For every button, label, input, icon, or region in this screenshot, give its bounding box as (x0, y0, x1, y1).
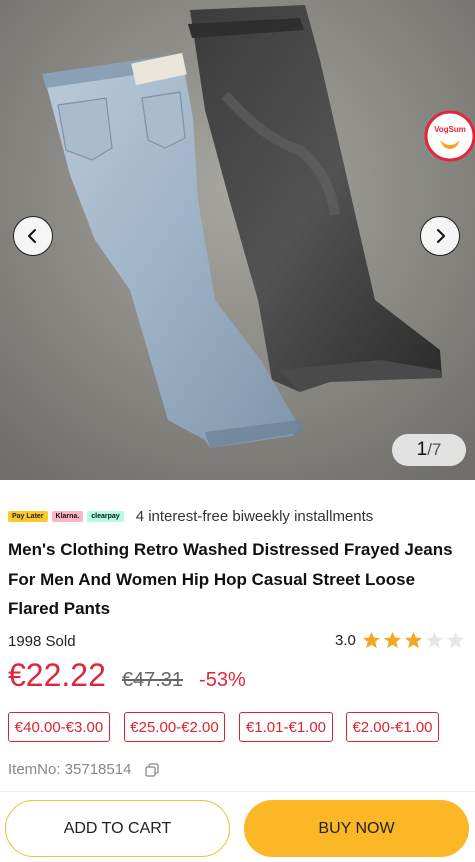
copy-icon[interactable] (145, 762, 160, 777)
item-number-text: ItemNo: 35718514 (8, 761, 132, 778)
star-icon (383, 631, 401, 649)
svg-text:VogSum: VogSum (434, 125, 466, 134)
buy-now-button[interactable]: BUY NOW (244, 800, 469, 857)
coupon-chip[interactable]: €2.00-€1.00 (346, 712, 439, 742)
product-image-gallery[interactable]: VogSum 1/7 (0, 0, 475, 480)
original-price: €47.31 (121, 669, 184, 691)
price-row: €22.22 €47.31 -53% (8, 657, 246, 694)
product-photo-jeans (0, 0, 475, 480)
discount-percent: -53% (199, 669, 246, 691)
coupon-chip[interactable]: €25.00-€2.00 (124, 712, 225, 742)
star-empty-icon (425, 631, 443, 649)
star-icon (404, 631, 422, 649)
product-title: Men's Clothing Retro Washed Distressed F… (8, 540, 453, 618)
chevron-left-icon (28, 229, 36, 243)
next-image-button[interactable] (420, 216, 460, 256)
current-price: €22.22 (8, 657, 106, 693)
add-to-cart-button[interactable]: ADD TO CART (5, 800, 230, 857)
star-empty-icon (446, 631, 464, 649)
image-counter: 1/7 (392, 434, 466, 466)
brand-badge-icon: VogSum (424, 110, 475, 162)
clearpay-logo: clearpay (87, 510, 124, 522)
rating-value: 3.0 (335, 632, 356, 649)
image-counter-total: 7 (431, 440, 442, 459)
previous-image-button[interactable] (13, 216, 53, 256)
pay-later-logo: Pay Later (8, 510, 48, 522)
coupon-chip[interactable]: €1.01-€1.00 (239, 712, 333, 742)
bottom-divider (0, 791, 475, 792)
product-rating[interactable]: 3.0 (335, 631, 467, 650)
coupon-chip[interactable]: €40.00-€3.00 (8, 712, 110, 742)
klarna-logo: Klarna. (51, 510, 84, 522)
installment-options[interactable]: Pay Later Klarna. clearpay 4 interest-fr… (8, 505, 373, 527)
star-icon (362, 631, 380, 649)
installment-text: 4 interest-free biweekly installments (135, 507, 374, 525)
item-number: ItemNo: 35718514 (8, 761, 160, 778)
image-counter-current: 1 (416, 439, 428, 460)
chevron-right-icon (437, 229, 445, 243)
sold-count: 1998 Sold (8, 633, 76, 650)
